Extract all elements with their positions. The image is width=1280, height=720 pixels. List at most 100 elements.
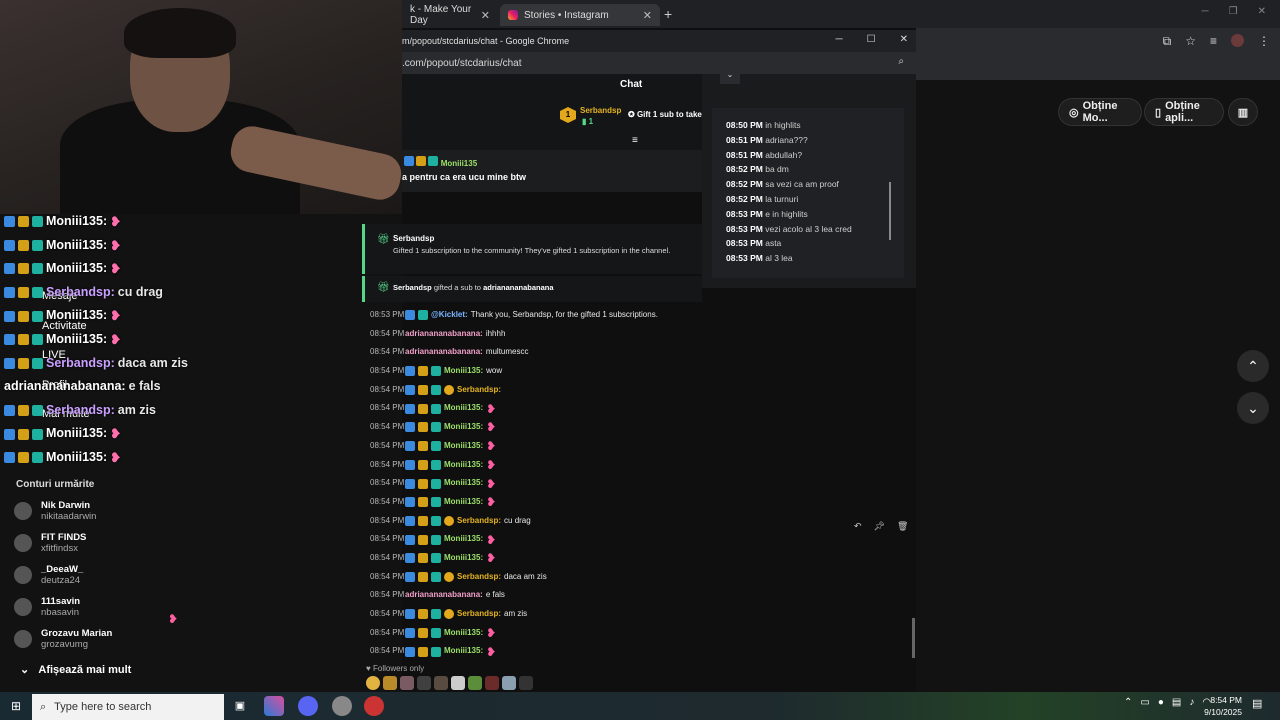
chat-message[interactable]: 08:54 PM Moniii135: ❥: [370, 418, 910, 437]
message-user[interactable]: adrianananabanana:: [405, 586, 483, 605]
notification-icon[interactable]: ▤: [1252, 697, 1262, 710]
message-user[interactable]: Moniii135:: [444, 456, 483, 475]
pc-app-button[interactable]: ▥: [1228, 98, 1258, 126]
message-user[interactable]: @Kicklet:: [431, 306, 468, 325]
windows-start-icon[interactable]: ⊞: [0, 692, 32, 720]
chat-message[interactable]: 08:54 PM Moniii135: ❥: [370, 437, 910, 456]
chat-message[interactable]: 08:54 PM Moniii135: ❥: [370, 474, 910, 493]
message-user[interactable]: Moniii135:: [444, 474, 483, 493]
message-user[interactable]: Moniii135:: [444, 493, 483, 512]
delete-icon[interactable]: 🗑︎: [897, 521, 908, 532]
get-coins-button[interactable]: ◎ Obține Mo...: [1058, 98, 1142, 126]
chat-scrollbar[interactable]: [912, 618, 915, 658]
next-video-button[interactable]: ⌄: [1237, 392, 1269, 424]
message-user[interactable]: Serbandsp:: [457, 605, 501, 624]
message-user[interactable]: Moniii135:: [444, 624, 483, 643]
emote-icon[interactable]: [383, 676, 397, 690]
pinned-user[interactable]: Moniii135: [404, 156, 477, 168]
battery-icon[interactable]: ▭: [1140, 697, 1149, 708]
chat-message[interactable]: 08:54 PM adrianananabanana: ihhhh: [370, 325, 910, 344]
emote-icon[interactable]: [451, 676, 465, 690]
message-user[interactable]: Moniii135:: [444, 530, 483, 549]
chrome-icon[interactable]: [332, 696, 352, 716]
chat-message[interactable]: 08:54 PM Serbandsp: daca am zis: [370, 568, 910, 587]
chat-message[interactable]: 08:54 PM Moniii135: ❥: [370, 493, 910, 512]
emote-icon[interactable]: [519, 676, 533, 690]
media-icon[interactable]: ≡: [1210, 34, 1217, 49]
volume-icon[interactable]: ♪: [1189, 697, 1194, 708]
bookmark-star-icon[interactable]: ☆: [1185, 34, 1196, 49]
message-user[interactable]: Moniii135:: [444, 549, 483, 568]
microphone-icon[interactable]: ●: [1158, 697, 1164, 708]
reply-icon[interactable]: ↶: [854, 521, 862, 532]
pin-icon[interactable]: 📌︎: [874, 521, 885, 532]
minimize-icon[interactable]: ─: [836, 34, 843, 45]
emote-icon[interactable]: [366, 676, 380, 690]
chat-message[interactable]: 08:54 PM adrianananabanana: multumescc: [370, 343, 910, 362]
message-user[interactable]: adrianananabanana:: [405, 325, 483, 344]
message-user[interactable]: Moniii135:: [444, 437, 483, 456]
taskbar-search-input[interactable]: ⌕ Type here to search: [32, 694, 224, 720]
chat-message[interactable]: 08:54 PM adrianananabanana: e fals: [370, 586, 910, 605]
tab-instagram[interactable]: Stories • Instagram ✕: [500, 4, 660, 26]
message-user[interactable]: Serbandsp:: [457, 568, 501, 587]
close-icon[interactable]: ✕: [900, 34, 908, 45]
chat-message[interactable]: 08:54 PM Moniii135: ❥: [370, 399, 910, 418]
message-user[interactable]: Moniii135:: [444, 418, 483, 437]
task-view-icon[interactable]: ▣: [230, 696, 250, 716]
chat-message[interactable]: 08:54 PM Moniii135: ❥: [370, 456, 910, 475]
emote-icon[interactable]: [502, 676, 516, 690]
search-icon[interactable]: ⌕: [898, 56, 904, 67]
get-app-button[interactable]: ▯ Obține apli...: [1144, 98, 1224, 126]
avatar[interactable]: [1231, 34, 1244, 47]
chat-message[interactable]: 08:54 PM Moniii135: ❥: [370, 624, 910, 643]
following-account[interactable]: _DeeaW_ deutza24: [14, 564, 83, 586]
emote-icon[interactable]: [485, 676, 499, 690]
emote-icon[interactable]: [434, 676, 448, 690]
following-account[interactable]: Nik Darwin nikitaadarwin: [14, 500, 96, 522]
top-gifter-name[interactable]: Serbandsp: [580, 106, 621, 115]
show-more-button[interactable]: ⌄ Afișează mai mult: [20, 663, 131, 676]
minimize-icon[interactable]: ─: [1202, 6, 1209, 17]
recording-app-icon[interactable]: [364, 696, 384, 716]
emote-icon[interactable]: [400, 676, 414, 690]
new-tab-button[interactable]: +: [664, 6, 672, 22]
chevron-up-icon[interactable]: ⌃: [1124, 697, 1132, 708]
network-icon[interactable]: ▤: [1172, 697, 1181, 708]
close-icon[interactable]: ✕: [1258, 6, 1266, 17]
chevron-down-icon[interactable]: ⌄: [720, 70, 740, 84]
chat-message[interactable]: 08:54 PM Moniii135: ❥: [370, 642, 910, 661]
chat-message[interactable]: 08:54 PM Serbandsp:: [370, 381, 910, 400]
message-user[interactable]: Moniii135:: [444, 362, 483, 381]
install-icon[interactable]: ⧉: [1163, 34, 1172, 49]
following-account[interactable]: 111savin nbasavin: [14, 596, 80, 618]
message-user[interactable]: Serbandsp:: [457, 381, 501, 400]
chat-message[interactable]: 08:54 PM Serbandsp: cu drag: [370, 512, 910, 531]
close-icon[interactable]: ✕: [643, 9, 652, 22]
following-account[interactable]: FIT FINDS xfitfindsx: [14, 532, 86, 554]
chat-message[interactable]: 08:54 PM Moniii135: ❥: [370, 530, 910, 549]
popup-address-bar[interactable]: .com/popout/stcdarius/chat ⌕: [402, 52, 916, 74]
following-account[interactable]: Grozavu Marian grozavumg: [14, 628, 112, 650]
gift-sub-button[interactable]: ✪ Gift 1 sub to take: [628, 110, 702, 119]
menu-icon[interactable]: ⋮: [1258, 34, 1270, 49]
message-user[interactable]: Serbandsp:: [457, 512, 501, 531]
tab-make-your-day[interactable]: k - Make Your Day ✕: [402, 4, 498, 26]
previous-video-button[interactable]: ⌃: [1237, 350, 1269, 382]
taskbar-clock[interactable]: 8:54 PM 9/10/2025: [1202, 694, 1242, 718]
maximize-icon[interactable]: ❐: [1229, 6, 1238, 17]
chat-message[interactable]: 08:54 PM Moniii135: ❥: [370, 549, 910, 568]
chat-message[interactable]: 08:53 PM @Kicklet: Thank you, Serbandsp, f…: [370, 306, 910, 325]
filter-icon[interactable]: ≡: [632, 135, 638, 146]
chat-message[interactable]: 08:54 PM Serbandsp: am zis: [370, 605, 910, 624]
message-user[interactable]: Moniii135:: [444, 399, 483, 418]
close-icon[interactable]: ✕: [481, 9, 490, 22]
maximize-icon[interactable]: ☐: [867, 34, 876, 45]
history-scrollbar[interactable]: [889, 182, 891, 240]
discord-icon[interactable]: [298, 696, 318, 716]
message-user[interactable]: Moniii135:: [444, 642, 483, 661]
emote-icon[interactable]: [468, 676, 482, 690]
copilot-icon[interactable]: [264, 696, 284, 716]
emote-icon[interactable]: [417, 676, 431, 690]
chat-message[interactable]: 08:54 PM Moniii135: wow: [370, 362, 910, 381]
